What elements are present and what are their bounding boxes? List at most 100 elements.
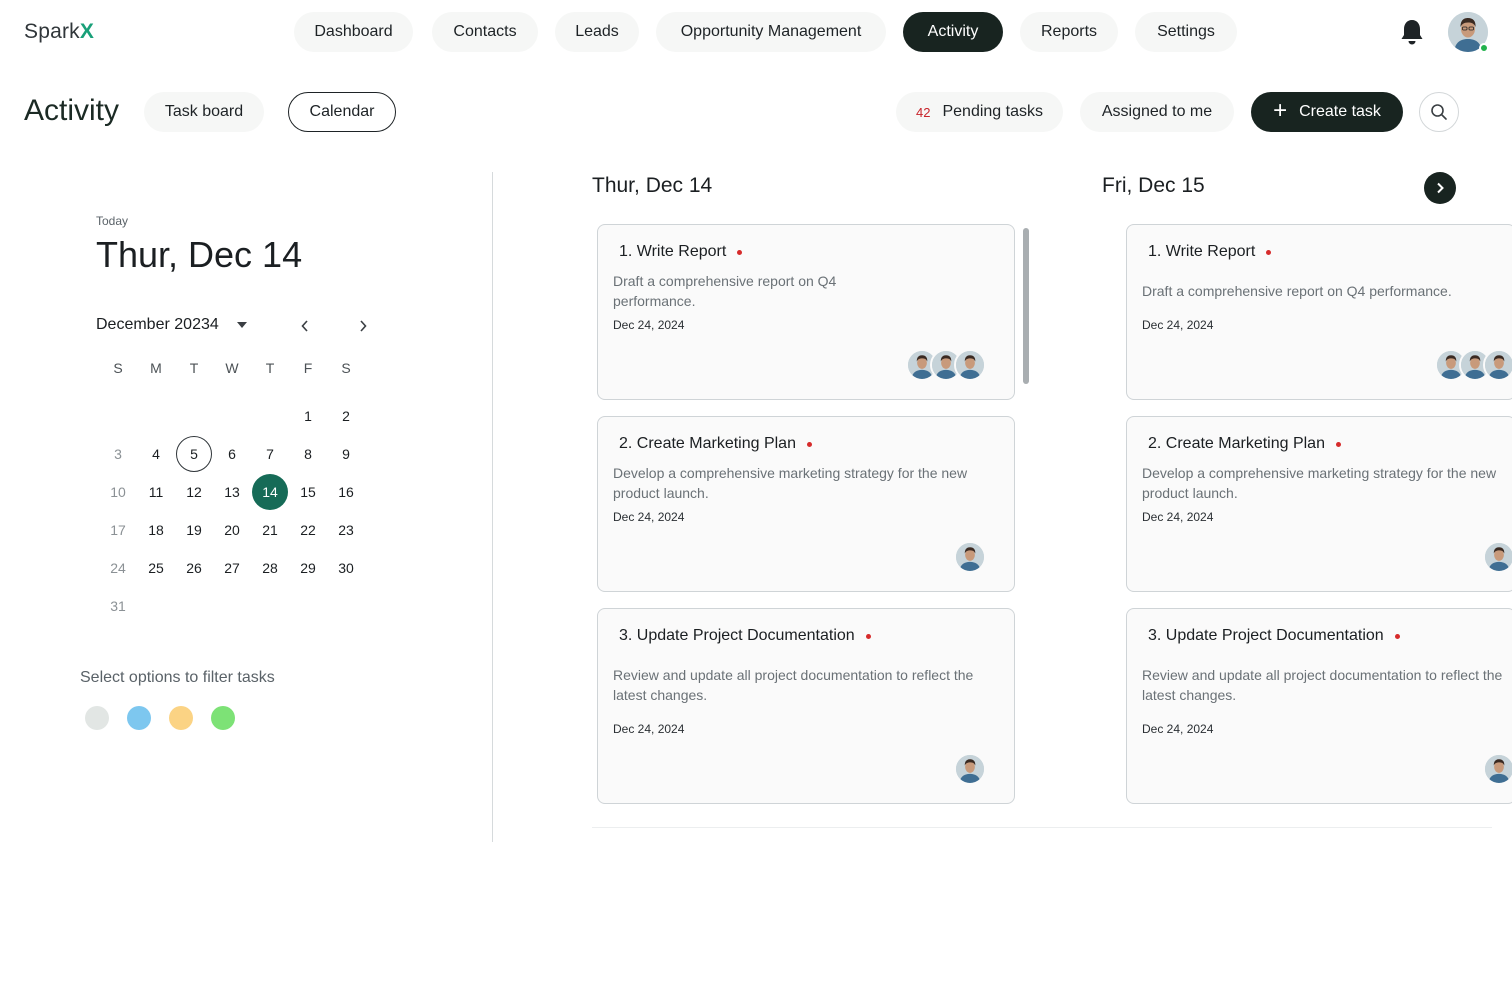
assignee-avatars[interactable] [1435,349,1512,381]
assignee-avatar[interactable] [954,753,986,785]
task-desc-line: performance. [613,293,696,309]
calendar-day-selected[interactable]: 14 [252,474,288,510]
calendar-day[interactable]: 9 [328,436,364,472]
calendar-day[interactable]: 16 [328,474,364,510]
calendar-day[interactable]: 13 [214,474,250,510]
task-title: 3. Update Project Documentation [1148,627,1400,645]
chevron-right-icon [360,320,367,332]
task-card[interactable]: 2. Create Marketing Plan Develop a compr… [1126,416,1512,592]
task-card[interactable]: 3. Update Project Documentation Review a… [1126,608,1512,804]
assignee-avatars[interactable] [952,541,986,573]
assignee-avatar[interactable] [1483,349,1512,381]
calendar-day[interactable]: 22 [290,512,326,548]
calendar-day[interactable]: 27 [214,550,250,586]
calendar-day[interactable]: 30 [328,550,364,586]
calendar-day[interactable]: 11 [138,474,174,510]
pending-tasks-label: Pending tasks [942,103,1043,120]
nav-reports[interactable]: Reports [1020,12,1118,52]
calendar-day[interactable]: 21 [252,512,288,548]
nav-activity[interactable]: Activity [903,12,1003,52]
task-desc-line: Draft a comprehensive report on Q4 perfo… [1142,283,1452,299]
page-title: Activity [24,94,120,127]
pending-tasks-button[interactable]: 42 Pending tasks [896,92,1063,132]
calendar-day[interactable]: 24 [100,550,136,586]
task-card[interactable]: 1. Write Report Draft a comprehensive re… [597,224,1015,400]
filter-color-gray[interactable] [85,706,109,730]
weekday-tue: T [189,360,199,376]
calendar-day[interactable]: 2 [328,398,364,434]
task-desc-line: product launch. [613,485,709,501]
nav-dashboard[interactable]: Dashboard [294,12,413,52]
calendar-day[interactable]: 19 [176,512,212,548]
column-scrollbar[interactable] [1023,228,1029,384]
task-desc-line: Develop a comprehensive marketing strate… [1142,465,1497,481]
priority-dot [1394,633,1400,639]
assignee-avatar[interactable] [1483,541,1512,573]
month-year-dropdown[interactable]: December 20234 [96,316,247,334]
logo-text: Spark [24,20,80,43]
calendar-day[interactable]: 17 [100,512,136,548]
prev-month-button[interactable] [295,316,315,336]
calendar-day[interactable]: 29 [290,550,326,586]
calendar-day[interactable]: 26 [176,550,212,586]
calendar-day-outlined[interactable]: 5 [176,436,212,472]
calendar-day[interactable]: 3 [100,436,136,472]
task-title-text: 1. Write Report [619,243,727,260]
assignee-avatars[interactable] [952,753,986,785]
next-month-button[interactable] [353,316,373,336]
calendar-day[interactable]: 20 [214,512,250,548]
task-title-text: 1. Write Report [1148,243,1256,260]
filter-color-blue[interactable] [127,706,151,730]
nav-leads[interactable]: Leads [555,12,639,52]
column-title-day1: Thur, Dec 14 [592,174,713,197]
task-board-button[interactable]: Task board [144,92,264,132]
assignee-avatar[interactable] [1483,753,1512,785]
create-task-button[interactable]: + Create task [1251,92,1403,132]
month-label: December [96,316,170,333]
task-title: 2. Create Marketing Plan [1148,435,1341,453]
calendar-day[interactable]: 10 [100,474,136,510]
task-title: 2. Create Marketing Plan [619,435,812,453]
column-title-day2: Fri, Dec 15 [1102,174,1205,197]
calendar-day[interactable]: 4 [138,436,174,472]
bell-icon[interactable] [1399,18,1425,46]
assigned-to-me-button[interactable]: Assigned to me [1080,92,1234,132]
filter-color-yellow[interactable] [169,706,193,730]
task-card[interactable]: 1. Write Report Draft a comprehensive re… [1126,224,1512,400]
calendar-day[interactable]: 7 [252,436,288,472]
nav-settings[interactable]: Settings [1135,12,1237,52]
assignee-avatars[interactable] [1481,541,1512,573]
calendar-day[interactable]: 6 [214,436,250,472]
calendar-day[interactable]: 28 [252,550,288,586]
next-day-button[interactable] [1424,172,1456,204]
calendar-day[interactable]: 18 [138,512,174,548]
assignee-avatars[interactable] [1481,753,1512,785]
calendar-day[interactable]: 23 [328,512,364,548]
filter-color-green[interactable] [211,706,235,730]
calendar-day[interactable]: 8 [290,436,326,472]
nav-contacts[interactable]: Contacts [432,12,538,52]
task-due-date: Dec 24, 2024 [1142,722,1214,736]
app-logo[interactable]: SparkX [24,20,94,44]
task-title-text: 3. Update Project Documentation [619,627,855,644]
calendar-day[interactable]: 31 [100,588,136,624]
weekday-sun: S [113,360,123,376]
calendar-day[interactable]: 25 [138,550,174,586]
assignee-avatar[interactable] [954,541,986,573]
calendar-view-button[interactable]: Calendar [288,92,396,132]
calendar-day[interactable]: 12 [176,474,212,510]
nav-opportunity-management[interactable]: Opportunity Management [656,12,886,52]
calendar-day[interactable]: 15 [290,474,326,510]
task-desc-line: Review and update all project documentat… [613,667,974,683]
task-title: 3. Update Project Documentation [619,627,871,645]
search-button[interactable] [1419,92,1459,132]
task-card[interactable]: 3. Update Project Documentation Review a… [597,608,1015,804]
task-card[interactable]: 2. Create Marketing Plan Develop a compr… [597,416,1015,592]
online-status-dot [1479,43,1489,53]
assignee-avatar[interactable] [954,349,986,381]
task-desc-line: latest changes. [1142,687,1237,703]
task-title: 1. Write Report [1148,243,1272,261]
assignee-avatars[interactable] [906,349,986,381]
weekday-fri: F [303,360,313,376]
calendar-day[interactable]: 1 [290,398,326,434]
